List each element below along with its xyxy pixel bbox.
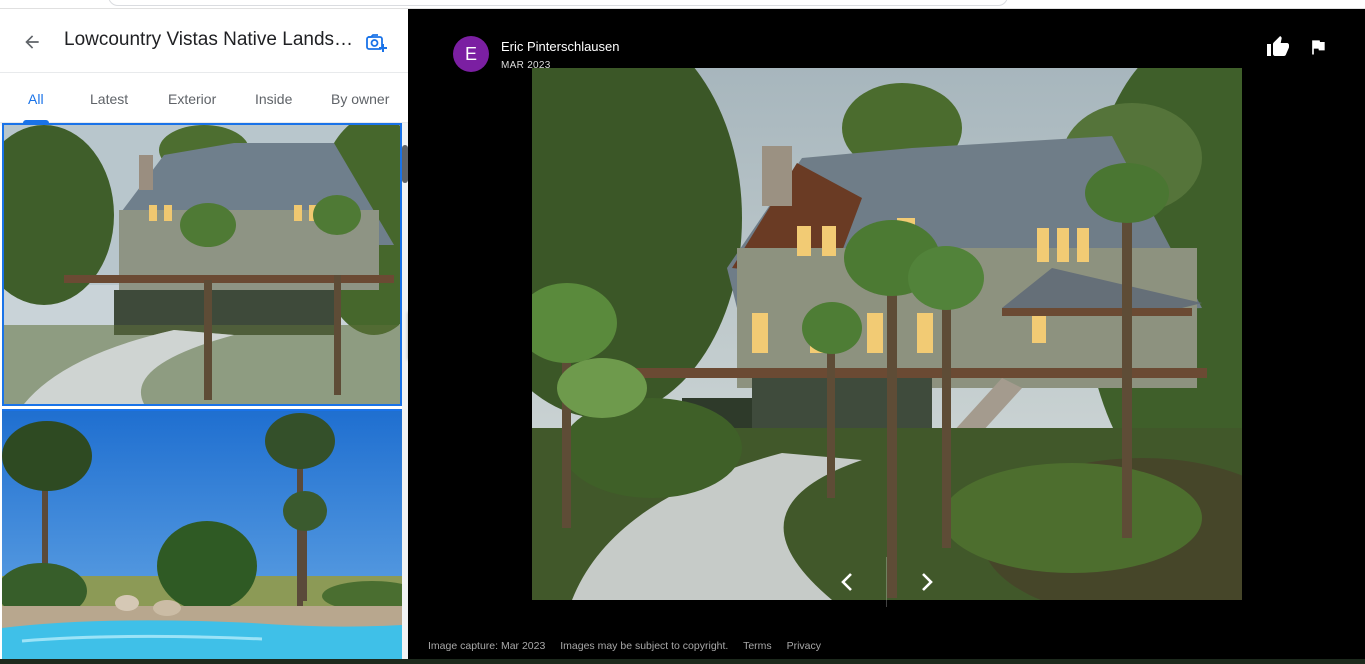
search-bar-edge (108, 0, 1008, 6)
add-photo-button[interactable] (362, 28, 390, 56)
main-photo[interactable] (532, 68, 1242, 600)
thumbs-up-icon (1267, 36, 1289, 56)
tab-label: Inside (255, 91, 293, 107)
next-photo-button[interactable] (909, 564, 945, 600)
image-capture-date: Image capture: Mar 2023 (428, 640, 546, 652)
pool-photo (2, 411, 402, 659)
viewer-footer: Image capture: Mar 2023 Images may be su… (428, 640, 833, 652)
photo-thumbnail-list (0, 123, 402, 659)
tab-by-owner[interactable]: By owner (331, 73, 389, 123)
report-flag-button[interactable] (1306, 35, 1330, 59)
back-button[interactable] (18, 28, 46, 56)
tab-label: Exterior (168, 91, 217, 107)
previous-photo-button[interactable] (829, 564, 865, 600)
tab-exterior[interactable]: Exterior (168, 73, 216, 123)
house-photo (4, 125, 400, 404)
place-title: Lowcountry Vistas Native Landsc... (64, 29, 354, 50)
arrow-left-icon (25, 35, 39, 49)
tab-all[interactable]: All (22, 73, 49, 123)
chevron-right-icon (922, 573, 933, 591)
tab-label: All (28, 91, 44, 107)
house-main-photo (532, 68, 1242, 600)
flag-icon (1312, 40, 1325, 55)
photo-thumbnail-pool[interactable] (2, 409, 402, 659)
tab-latest[interactable]: Latest (90, 73, 128, 123)
photo-thumbnail-house[interactable] (2, 123, 402, 406)
chevron-left-icon (841, 573, 852, 591)
avatar[interactable]: E (453, 36, 489, 72)
terms-link[interactable]: Terms (743, 640, 772, 652)
add-photo-icon (366, 34, 387, 52)
nav-divider (886, 557, 887, 607)
privacy-link[interactable]: Privacy (787, 640, 821, 652)
photo-list-panel: Lowcountry Vistas Native Landsc... All L… (0, 9, 408, 659)
photo-viewer: E Eric Pinterschlausen MAR 2023 Image ca… (408, 9, 1365, 659)
browser-top-strip (0, 0, 1365, 9)
author-name[interactable]: Eric Pinterschlausen (501, 39, 620, 54)
tab-label: Latest (90, 91, 129, 107)
tab-label: By owner (331, 91, 390, 107)
bottom-edge (0, 659, 1365, 664)
tab-inside[interactable]: Inside (255, 73, 292, 123)
copyright-notice: Images may be subject to copyright. (560, 640, 729, 652)
photo-filter-tabs: All Latest Exterior Inside By owner (0, 73, 408, 123)
like-button[interactable] (1265, 34, 1291, 60)
panel-header: Lowcountry Vistas Native Landsc... (0, 9, 408, 73)
